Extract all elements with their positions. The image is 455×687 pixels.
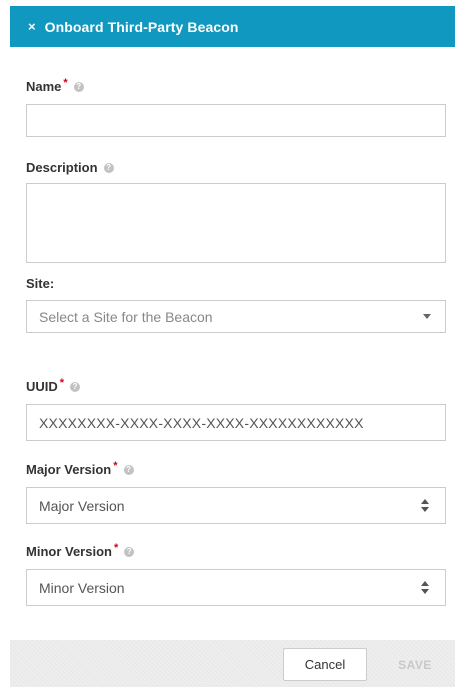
- help-icon[interactable]: ?: [103, 162, 114, 173]
- description-textarea[interactable]: [26, 183, 446, 263]
- uuid-label-row: UUID * ?: [26, 376, 81, 394]
- required-asterisk: *: [63, 76, 68, 89]
- name-label-row: Name * ?: [26, 76, 84, 94]
- increment-arrow-icon[interactable]: [421, 581, 429, 586]
- help-icon[interactable]: ?: [70, 381, 81, 392]
- dialog-header: × Onboard Third-Party Beacon: [10, 6, 455, 47]
- site-label-row: Site:: [26, 276, 54, 291]
- save-button[interactable]: SAVE: [380, 648, 450, 681]
- required-asterisk: *: [59, 376, 65, 389]
- close-icon[interactable]: ×: [28, 20, 36, 33]
- help-icon[interactable]: ?: [73, 81, 84, 92]
- description-label: Description: [26, 160, 98, 175]
- minor-version-placeholder: Minor Version: [39, 579, 125, 596]
- major-version-placeholder: Major Version: [39, 497, 125, 514]
- decrement-arrow-icon[interactable]: [421, 507, 429, 512]
- dialog-title: Onboard Third-Party Beacon: [44, 18, 239, 35]
- cancel-button[interactable]: Cancel: [283, 648, 367, 681]
- decrement-arrow-icon[interactable]: [421, 589, 429, 594]
- site-label: Site:: [26, 276, 55, 291]
- uuid-label: UUID: [26, 379, 58, 394]
- site-select[interactable]: Select a Site for the Beacon: [26, 300, 446, 333]
- major-version-label-row: Major Version * ?: [26, 459, 134, 477]
- required-asterisk: *: [113, 459, 118, 472]
- uuid-input[interactable]: XXXXXXXX-XXXX-XXXX-XXXX-XXXXXXXXXXXX: [26, 404, 446, 441]
- name-input[interactable]: [26, 104, 446, 137]
- major-version-input[interactable]: Major Version: [26, 487, 446, 524]
- uuid-input-value: XXXXXXXX-XXXX-XXXX-XXXX-XXXXXXXXXXXX: [39, 414, 364, 431]
- increment-arrow-icon[interactable]: [421, 499, 429, 504]
- required-asterisk: *: [113, 541, 119, 554]
- site-select-placeholder: Select a Site for the Beacon: [39, 308, 213, 325]
- chevron-down-icon: [423, 314, 431, 319]
- name-label: Name: [26, 79, 62, 94]
- help-icon[interactable]: ?: [123, 464, 134, 475]
- description-label-row: Description ?: [26, 160, 114, 175]
- minor-version-label: Minor Version: [26, 544, 112, 559]
- help-icon[interactable]: ?: [124, 546, 135, 557]
- stepper-icon[interactable]: [421, 499, 429, 512]
- stepper-icon[interactable]: [421, 581, 429, 594]
- major-version-label: Major Version: [26, 462, 112, 477]
- minor-version-label-row: Minor Version * ?: [26, 541, 135, 559]
- minor-version-input[interactable]: Minor Version: [26, 569, 446, 606]
